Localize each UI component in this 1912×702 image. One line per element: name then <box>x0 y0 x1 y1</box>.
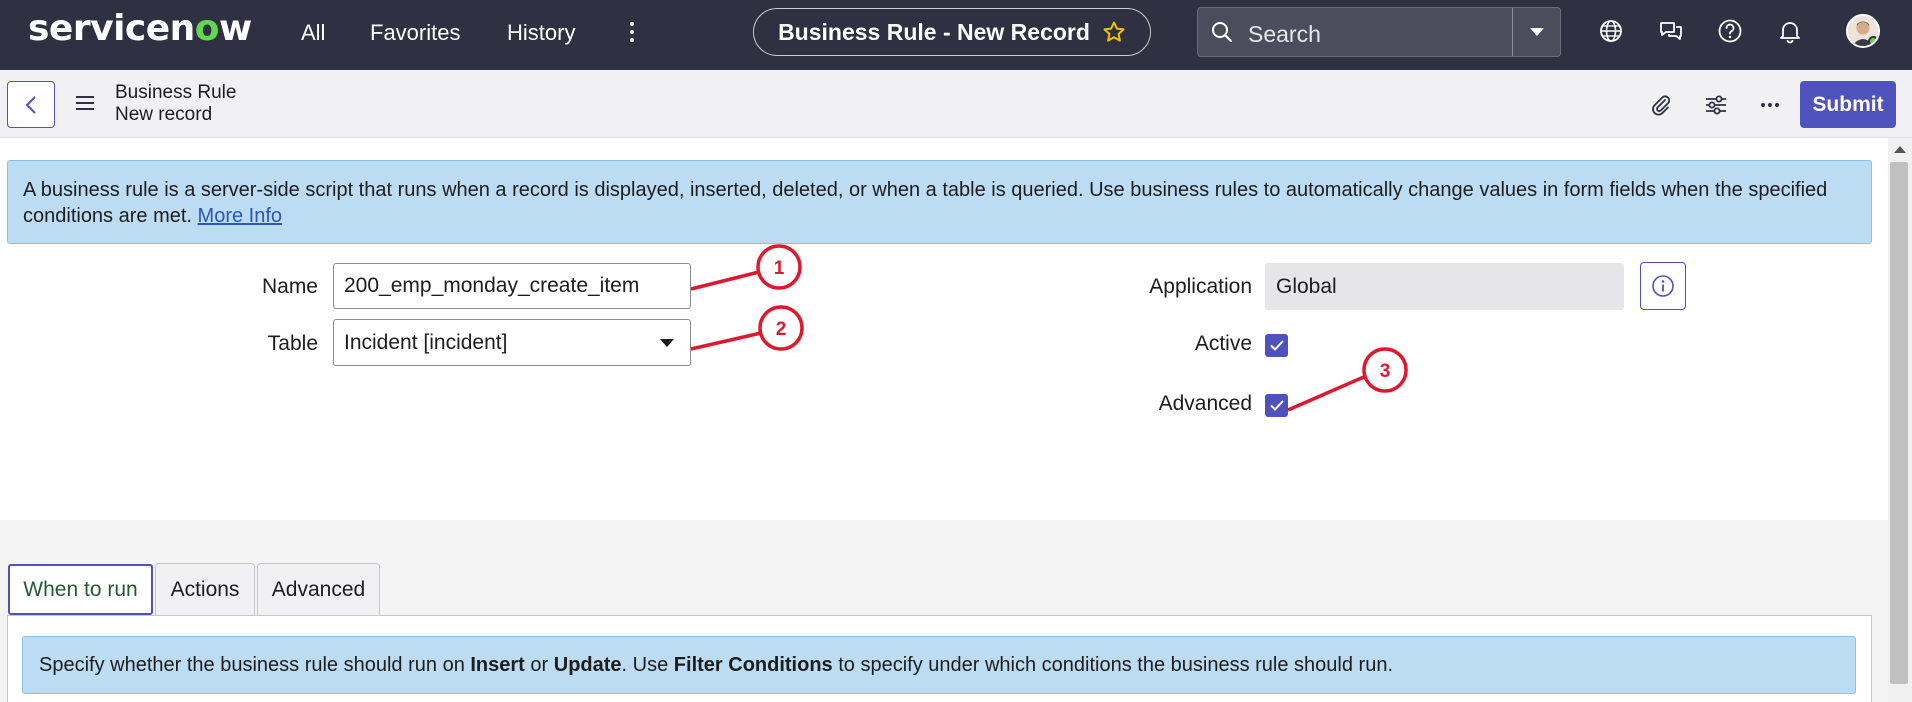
globe-icon[interactable] <box>1598 18 1624 44</box>
scrollbar-thumb[interactable] <box>1890 162 1908 684</box>
annotation-callout-1: 1 <box>690 244 802 291</box>
submit-button[interactable]: Submit <box>1800 81 1896 128</box>
personalize-form-icon[interactable] <box>1703 92 1729 118</box>
back-button[interactable] <box>7 81 55 128</box>
application-label: Application <box>1149 275 1252 298</box>
info-icon <box>1652 275 1674 297</box>
record-title: Business Rule - New Record <box>778 18 1090 45</box>
chat-icon[interactable] <box>1658 18 1684 44</box>
bell-icon[interactable] <box>1777 18 1803 44</box>
annotation-callout-3: 3 <box>1287 347 1408 412</box>
search-input[interactable]: Search <box>1248 21 1321 48</box>
record-title-pill[interactable]: Business Rule - New Record <box>753 8 1151 56</box>
nav-all[interactable]: All <box>301 20 325 46</box>
tab-actions[interactable]: Actions <box>155 563 255 616</box>
business-rule-info-banner: A business rule is a server-side script … <box>7 160 1872 244</box>
tab-info-text: to specify under which conditions the bu… <box>832 654 1394 676</box>
online-status-dot <box>1868 36 1878 46</box>
table-value: Incident [incident] <box>344 330 508 354</box>
breadcrumb-record: New record <box>115 104 213 125</box>
attachment-icon[interactable] <box>1648 92 1674 118</box>
form-header: Business Rule New record Submit <box>0 70 1912 138</box>
application-info-button[interactable] <box>1640 262 1686 310</box>
checkmark-icon <box>1269 340 1284 351</box>
tab-info-filter-conditions: Filter Conditions <box>673 654 833 676</box>
advanced-label: Advanced <box>1158 392 1252 415</box>
annotation-number-1: 1 <box>774 258 785 279</box>
tab-info-insert: Insert <box>470 654 525 676</box>
help-icon[interactable] <box>1717 18 1743 44</box>
active-checkbox[interactable] <box>1265 334 1288 357</box>
name-value: 200_emp_monday_create_item <box>344 274 640 297</box>
more-actions-icon[interactable] <box>1757 92 1783 118</box>
global-search[interactable]: Search <box>1197 7 1561 57</box>
name-label: Name <box>261 275 318 298</box>
chevron-down-icon <box>1529 28 1544 36</box>
advanced-checkbox[interactable] <box>1265 394 1288 417</box>
tab-info-update: Update <box>553 654 622 676</box>
application-value: Global <box>1276 274 1337 298</box>
annotation-number-3: 3 <box>1380 361 1391 382</box>
application-field: Global <box>1265 263 1624 310</box>
checkmark-icon <box>1269 400 1284 411</box>
tab-when-to-run[interactable]: When to run <box>8 564 153 615</box>
more-info-link[interactable]: More Info <box>198 205 282 227</box>
annotation-number-2: 2 <box>776 319 787 340</box>
dropdown-caret-icon <box>660 338 674 347</box>
user-avatar[interactable] <box>1846 14 1880 48</box>
search-scope-dropdown[interactable] <box>1512 8 1560 56</box>
search-icon <box>1212 22 1233 43</box>
context-menu-icon[interactable] <box>76 96 94 110</box>
chevron-left-icon <box>25 95 36 114</box>
tab-info-text: or <box>524 654 554 676</box>
tab-info-text: Specify whether the business rule should… <box>39 654 471 676</box>
active-label: Active <box>1194 332 1252 355</box>
servicenow-logo[interactable]: servicenow <box>28 8 252 49</box>
top-navigation-bar: servicenow All Favorites History Busines… <box>0 0 1912 70</box>
tab-info-text: . Use <box>621 654 674 676</box>
scroll-up-arrow-icon[interactable] <box>1894 146 1906 153</box>
more-menu-icon[interactable] <box>626 18 638 46</box>
tab-advanced[interactable]: Advanced <box>257 563 380 616</box>
annotation-callout-2: 2 <box>690 305 804 351</box>
table-select[interactable]: Incident [incident] <box>333 319 691 366</box>
table-label: Table <box>267 332 318 355</box>
breadcrumb-table: Business Rule <box>115 82 237 103</box>
when-to-run-info: Specify whether the business rule should… <box>22 636 1856 694</box>
banner-text: A business rule is a server-side script … <box>23 179 1828 227</box>
favorite-star-icon[interactable] <box>1102 20 1126 44</box>
nav-history[interactable]: History <box>507 20 575 46</box>
name-field[interactable]: 200_emp_monday_create_item <box>333 263 691 309</box>
nav-favorites[interactable]: Favorites <box>370 20 460 46</box>
